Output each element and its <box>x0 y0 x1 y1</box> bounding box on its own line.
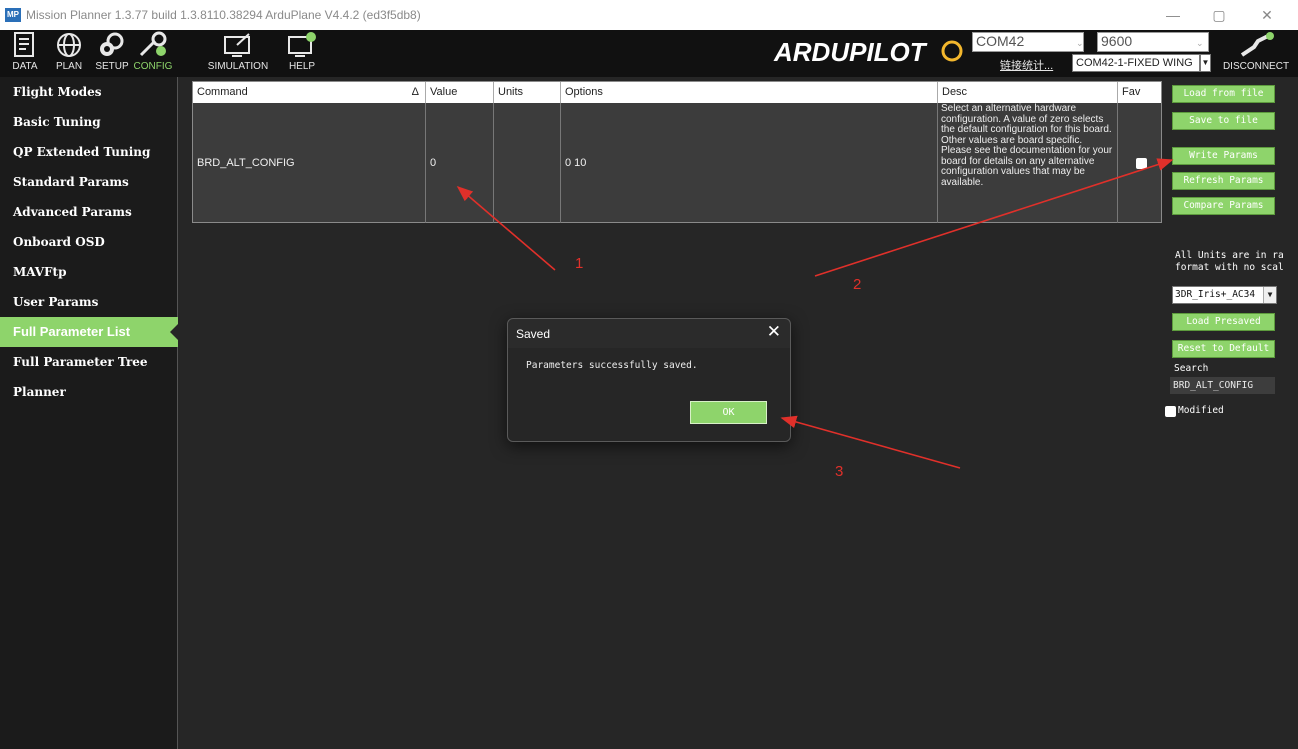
config-sidebar: Flight Modes Basic Tuning QP Extended Tu… <box>0 77 179 749</box>
reset-to-default-button[interactable]: Reset to Default <box>1172 340 1275 358</box>
refresh-params-button[interactable]: Refresh Params <box>1172 172 1275 190</box>
close-window-button[interactable]: ✕ <box>1244 0 1290 30</box>
dialog-close-icon[interactable]: ✕ <box>767 322 781 342</box>
fav-checkbox[interactable] <box>1136 158 1147 169</box>
parameter-table: Command Δ Value Units Options Desc Fav B… <box>192 81 1162 223</box>
annotation-arrow-3 <box>780 415 961 469</box>
toolbar-help-label: HELP <box>288 61 316 72</box>
data-icon <box>9 30 41 60</box>
preset-select[interactable]: 3DR_Iris+_AC34 ▼ <box>1172 286 1277 304</box>
disconnect-label: DISCONNECT <box>1222 61 1290 72</box>
search-input[interactable]: BRD_ALT_CONFIG <box>1170 377 1275 394</box>
column-header-command-label: Command <box>197 86 248 98</box>
dialog-ok-button[interactable]: OK <box>690 401 767 424</box>
baud-select[interactable]: 9600 <box>1097 32 1209 52</box>
dialog-body: Parameters successfully saved. OK <box>508 348 790 441</box>
write-params-button[interactable]: Write Params <box>1172 147 1275 165</box>
column-header-fav[interactable]: Fav <box>1118 82 1161 103</box>
cell-desc: Select an alternative hardware configura… <box>938 103 1118 223</box>
sidebar-item-advanced-params[interactable]: Advanced Params <box>0 197 178 227</box>
units-note-line1: All Units are in ra <box>1175 250 1284 261</box>
sidebar-item-onboard-osd[interactable]: Onboard OSD <box>0 227 178 257</box>
load-presaved-button[interactable]: Load Presaved <box>1172 313 1275 331</box>
sidebar-item-basic-tuning[interactable]: Basic Tuning <box>0 107 178 137</box>
toolbar-setup-label: SETUP <box>95 61 129 72</box>
toolbar-plan-label: PLAN <box>55 61 83 72</box>
column-header-options[interactable]: Options <box>561 82 938 103</box>
toolbar-config-label: CONFIG <box>133 61 173 72</box>
help-icon <box>286 30 318 60</box>
column-header-desc[interactable]: Desc <box>938 82 1118 103</box>
annotation-number-2: 2 <box>853 276 862 293</box>
dialog-title: Saved <box>516 327 551 341</box>
dialog-message: Parameters successfully saved. <box>526 360 698 371</box>
annotation-number-1: 1 <box>575 255 584 272</box>
modified-checkbox[interactable] <box>1165 406 1176 417</box>
title-bar: MP Mission Planner 1.3.77 build 1.3.8110… <box>0 0 1298 30</box>
port-dropdown-icon: ⌄ <box>1076 38 1084 48</box>
toolbar-simulation-label: SIMULATION <box>207 61 269 72</box>
sidebar-item-flight-modes[interactable]: Flight Modes <box>0 77 178 107</box>
maximize-button[interactable]: ▢ <box>1196 0 1242 30</box>
toolbar-config-button[interactable]: CONFIG <box>133 30 173 77</box>
sidebar-item-planner[interactable]: Planner <box>0 377 178 407</box>
minimize-button[interactable]: — <box>1150 0 1196 30</box>
svg-text:ARDUPILOT: ARDUPILOT <box>773 37 928 67</box>
cell-command[interactable]: BRD_ALT_CONFIG <box>193 103 426 223</box>
column-header-units[interactable]: Units <box>494 82 561 103</box>
wrench-icon <box>137 30 169 60</box>
toolbar-data-label: DATA <box>12 61 38 72</box>
vehicle-select[interactable]: COM42-1-FIXED WING <box>1072 54 1200 72</box>
compare-params-button[interactable]: Compare Params <box>1172 197 1275 215</box>
preset-select-value: 3DR_Iris+_AC34 <box>1175 289 1256 300</box>
toolbar-help-button[interactable]: HELP <box>282 30 322 77</box>
load-from-file-button[interactable]: Load from file <box>1172 85 1275 103</box>
units-note-line2: format with no scal <box>1175 262 1284 273</box>
sort-ascending-icon: Δ <box>411 86 419 98</box>
port-select[interactable]: COM42 <box>972 32 1084 52</box>
disconnect-button[interactable]: DISCONNECT <box>1214 30 1298 77</box>
toolbar-setup-button[interactable]: SETUP <box>92 30 132 77</box>
column-header-command[interactable]: Command Δ <box>193 82 426 103</box>
window-title: Mission Planner 1.3.77 build 1.3.8110.38… <box>26 8 421 22</box>
link-stats-link[interactable]: 链接统计... <box>1000 57 1053 73</box>
main-toolbar: DATA PLAN SETUP CONFIG SIMULATION HELP A… <box>0 30 1298 77</box>
save-to-file-button[interactable]: Save to file <box>1172 112 1275 130</box>
toolbar-simulation-button[interactable]: SIMULATION <box>205 30 271 77</box>
column-header-value[interactable]: Value <box>426 82 494 103</box>
vehicle-dropdown-icon: ▼ <box>1200 54 1211 72</box>
sidebar-item-mavftp[interactable]: MAVFtp <box>0 257 178 287</box>
app-logo-icon: MP <box>5 8 21 22</box>
cell-value[interactable]: 0 <box>426 103 494 223</box>
sidebar-item-full-parameter-list[interactable]: Full Parameter List <box>0 317 179 347</box>
saved-dialog: Saved ✕ Parameters successfully saved. O… <box>507 318 791 442</box>
setup-gear-icon <box>96 30 128 60</box>
plug-icon <box>1226 30 1286 60</box>
baud-dropdown-icon: ⌄ <box>1196 38 1204 48</box>
sidebar-item-full-parameter-tree[interactable]: Full Parameter Tree <box>0 347 178 377</box>
ardupilot-logo: ARDUPILOT <box>773 37 963 67</box>
sidebar-item-qp-extended-tuning[interactable]: QP Extended Tuning <box>0 137 178 167</box>
mission-planner-window: MP Mission Planner 1.3.77 build 1.3.8110… <box>0 0 1298 749</box>
cell-options: 0 10 <box>561 103 938 223</box>
cell-units <box>494 103 561 223</box>
toolbar-plan-button[interactable]: PLAN <box>50 30 88 77</box>
sidebar-item-standard-params[interactable]: Standard Params <box>0 167 178 197</box>
simulation-icon <box>222 30 254 60</box>
toolbar-data-button[interactable]: DATA <box>8 30 42 77</box>
preset-dropdown-icon: ▼ <box>1263 287 1276 303</box>
modified-label: Modified <box>1178 405 1224 416</box>
search-label: Search <box>1174 363 1209 374</box>
sidebar-item-user-params[interactable]: User Params <box>0 287 178 317</box>
globe-icon <box>53 30 85 60</box>
annotation-number-3: 3 <box>835 463 844 480</box>
